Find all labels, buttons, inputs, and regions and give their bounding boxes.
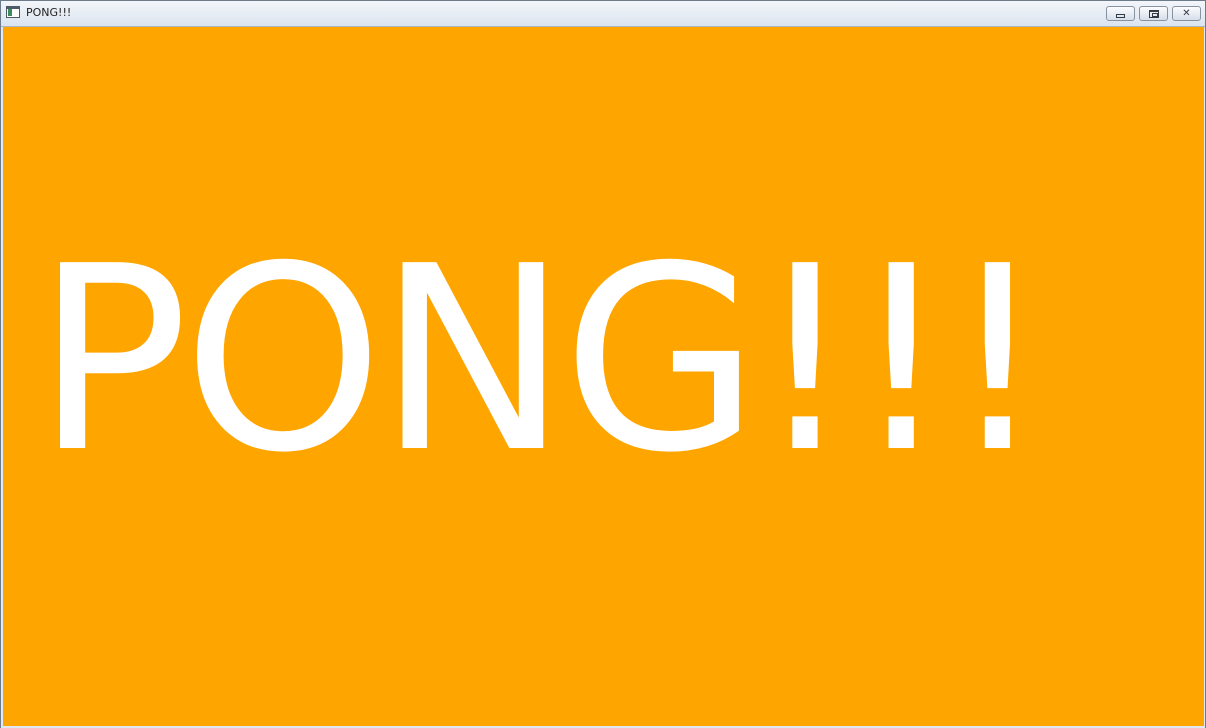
close-button[interactable]: ✕ (1172, 6, 1201, 21)
title-bar[interactable]: PONG!!! ✕ (1, 1, 1205, 27)
close-icon: ✕ (1182, 7, 1191, 19)
minimize-icon (1116, 13, 1125, 18)
app-window: PONG!!! ✕ PONG!!! (0, 0, 1206, 728)
app-icon (6, 6, 20, 18)
game-canvas[interactable]: PONG!!! (3, 27, 1204, 726)
maximize-icon (1148, 9, 1159, 18)
minimize-button[interactable] (1106, 6, 1135, 21)
window-title: PONG!!! (26, 6, 72, 19)
maximize-button[interactable] (1139, 6, 1168, 21)
game-title-text: PONG!!! (35, 212, 1049, 509)
